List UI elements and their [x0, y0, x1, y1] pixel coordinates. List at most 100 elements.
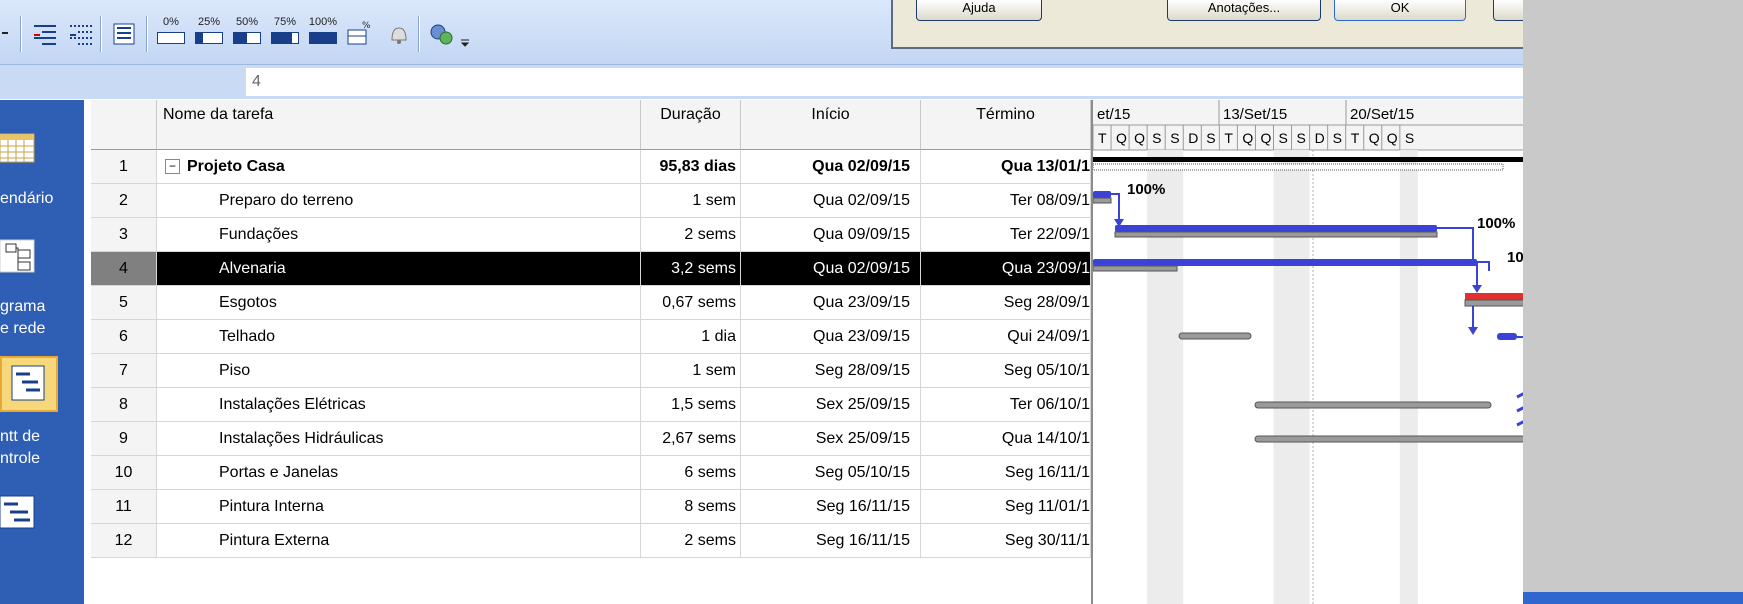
task-row[interactable]: 10 Portas e Janelas 6 sems Seg 05/10/15 Seg … [91, 456, 1091, 490]
task-finish-cell[interactable]: Qua 23/09/1 [921, 252, 1091, 285]
task-row[interactable]: 8 Instalações Elétricas 1,5 sems Sex 25/09/… [91, 388, 1091, 422]
task-id-cell[interactable]: 12 [91, 524, 157, 557]
task-name-cell[interactable]: Portas e Janelas [157, 456, 641, 489]
task-row[interactable]: 5 Esgotos 0,67 sems Qua 23/09/15 Seg 28/09/1 [91, 286, 1091, 320]
task-id-cell[interactable]: 2 [91, 184, 157, 217]
task-start-cell[interactable]: Qua 09/09/15 [741, 218, 921, 251]
task-duration-cell[interactable]: 1 dia [641, 320, 741, 353]
assign-resources-icon[interactable] [426, 18, 456, 50]
show-subtasks-icon[interactable] [110, 18, 140, 50]
update-as-scheduled-icon[interactable]: % [344, 18, 374, 50]
task-start-cell[interactable]: Seg 28/09/15 [741, 354, 921, 387]
help-button[interactable]: Ajuda [916, 0, 1042, 21]
task-id-cell[interactable]: 11 [91, 490, 157, 523]
progress-25-button[interactable]: 25% [192, 16, 226, 52]
task-id-cell[interactable]: 1 [91, 150, 157, 183]
tracking-gantt-icon[interactable] [0, 356, 58, 412]
task-id-cell[interactable]: 8 [91, 388, 157, 421]
task-name-cell[interactable]: Piso [157, 354, 641, 387]
task-duration-cell[interactable]: 1 sem [641, 184, 741, 217]
progress-75-button[interactable]: 75% [268, 16, 302, 52]
task-name-cell[interactable]: Pintura Interna [157, 490, 641, 523]
column-header-start[interactable]: Início [741, 100, 921, 150]
view-tracking-gantt-label[interactable]: ntt de ntrole [0, 426, 84, 470]
gantt-chart[interactable]: et/15 13/Set/15 20/Set/15 T Q Q S S D S T Q Q S S D S T Q Q… [1091, 100, 1525, 604]
task-finish-cell[interactable]: Qui 24/09/1 [921, 320, 1091, 353]
column-header-name[interactable]: Nome da tarefa [157, 100, 641, 150]
ok-button[interactable]: OK [1334, 0, 1466, 21]
task-start-cell[interactable]: Qua 23/09/15 [741, 286, 921, 319]
task-row[interactable]: 6 Telhado 1 dia Qua 23/09/15 Qui 24/09/1 [91, 320, 1091, 354]
toolbar-dropdown-fragment[interactable] [0, 18, 14, 50]
bell-icon[interactable] [384, 18, 414, 50]
task-duration-cell[interactable]: 2,67 sems [641, 422, 741, 455]
indent-task-icon[interactable] [66, 18, 96, 50]
task-id-cell[interactable]: 9 [91, 422, 157, 455]
task-start-cell[interactable]: Qua 02/09/15 [741, 150, 921, 183]
task-name-cell[interactable]: Esgotos [157, 286, 641, 319]
task-row[interactable]: 7 Piso 1 sem Seg 28/09/15 Seg 05/10/1 [91, 354, 1091, 388]
task-row[interactable]: 3 Fundações 2 sems Qua 09/09/15 Ter 22/09/1 [91, 218, 1091, 252]
task-id-cell[interactable]: 6 [91, 320, 157, 353]
task-name-cell[interactable]: Instalações Hidráulicas [157, 422, 641, 455]
task-duration-cell[interactable]: 2 sems [641, 218, 741, 251]
network-diagram-icon[interactable] [0, 238, 38, 274]
task-finish-cell[interactable]: Qua 14/10/1 [921, 422, 1091, 455]
task-id-cell[interactable]: 7 [91, 354, 157, 387]
task-finish-cell[interactable]: Seg 16/11/1 [921, 456, 1091, 489]
task-finish-cell[interactable]: Seg 11/01/1 [921, 490, 1091, 523]
task-duration-cell[interactable]: 0,67 sems [641, 286, 741, 319]
task-finish-cell[interactable]: Qua 13/01/1 [921, 150, 1091, 183]
task-duration-cell[interactable]: 8 sems [641, 490, 741, 523]
task-duration-cell[interactable]: 2 sems [641, 524, 741, 557]
task-row[interactable]: 12 Pintura Externa 2 sems Seg 16/11/15 Seg 3… [91, 524, 1091, 558]
progress-0-button[interactable]: 0% [154, 16, 188, 52]
task-duration-cell[interactable]: 95,83 dias [641, 150, 741, 183]
task-row[interactable]: 1 Projeto Casa 95,83 dias Qua 02/09/15 Qua 1… [91, 150, 1091, 184]
notes-button[interactable]: Anotações... [1167, 0, 1321, 21]
task-name-cell[interactable]: Alvenaria [157, 252, 641, 285]
task-id-cell[interactable]: 5 [91, 286, 157, 319]
task-row[interactable]: 4 Alvenaria 3,2 sems Qua 02/09/15 Qua 23/09/… [91, 252, 1091, 286]
task-name-cell[interactable]: Preparo do terreno [157, 184, 641, 217]
gantt-chart-icon[interactable] [0, 494, 38, 530]
task-duration-cell[interactable]: 1 sem [641, 354, 741, 387]
column-header-finish[interactable]: Término [921, 100, 1091, 150]
task-finish-cell[interactable]: Ter 22/09/1 [921, 218, 1091, 251]
task-name-cell[interactable]: Pintura Externa [157, 524, 641, 557]
task-finish-cell[interactable]: Seg 05/10/1 [921, 354, 1091, 387]
column-header-duration[interactable]: Duração [641, 100, 741, 150]
task-start-cell[interactable]: Sex 25/09/15 [741, 422, 921, 455]
calendar-icon[interactable] [0, 130, 38, 166]
task-name-cell[interactable]: Projeto Casa [157, 150, 641, 183]
task-name-cell[interactable]: Fundações [157, 218, 641, 251]
task-finish-cell[interactable]: Ter 06/10/1 [921, 388, 1091, 421]
task-row[interactable]: 2 Preparo do terreno 1 sem Qua 02/09/15 Ter … [91, 184, 1091, 218]
task-start-cell[interactable]: Sex 25/09/15 [741, 388, 921, 421]
task-id-cell[interactable]: 10 [91, 456, 157, 489]
task-row[interactable]: 9 Instalações Hidráulicas 2,67 sems Sex 25/… [91, 422, 1091, 456]
collapse-toggle-icon[interactable]: − [165, 159, 180, 174]
task-start-cell[interactable]: Seg 16/11/15 [741, 490, 921, 523]
task-duration-cell[interactable]: 6 sems [641, 456, 741, 489]
task-name-cell[interactable]: Telhado [157, 320, 641, 353]
progress-50-button[interactable]: 50% [230, 16, 264, 52]
outdent-task-icon[interactable] [30, 18, 60, 50]
select-all-header[interactable] [91, 100, 157, 150]
task-duration-cell[interactable]: 1,5 sems [641, 388, 741, 421]
task-finish-cell[interactable]: Seg 28/09/1 [921, 286, 1091, 319]
task-start-cell[interactable]: Seg 05/10/15 [741, 456, 921, 489]
view-network-diagram-label[interactable]: grama e rede [0, 296, 84, 340]
task-duration-cell[interactable]: 3,2 sems [641, 252, 741, 285]
task-name-cell[interactable]: Instalações Elétricas [157, 388, 641, 421]
task-id-cell[interactable]: 4 [91, 252, 157, 285]
task-start-cell[interactable]: Seg 16/11/15 [741, 524, 921, 557]
toolbar-options-icon[interactable] [458, 18, 472, 50]
view-calendar-label[interactable]: endário [0, 188, 84, 210]
task-id-cell[interactable]: 3 [91, 218, 157, 251]
task-start-cell[interactable]: Qua 23/09/15 [741, 320, 921, 353]
task-row[interactable]: 11 Pintura Interna 8 sems Seg 16/11/15 Seg 1… [91, 490, 1091, 524]
task-start-cell[interactable]: Qua 02/09/15 [741, 252, 921, 285]
task-finish-cell[interactable]: Seg 30/11/1 [921, 524, 1091, 557]
progress-100-button[interactable]: 100% [306, 16, 340, 52]
